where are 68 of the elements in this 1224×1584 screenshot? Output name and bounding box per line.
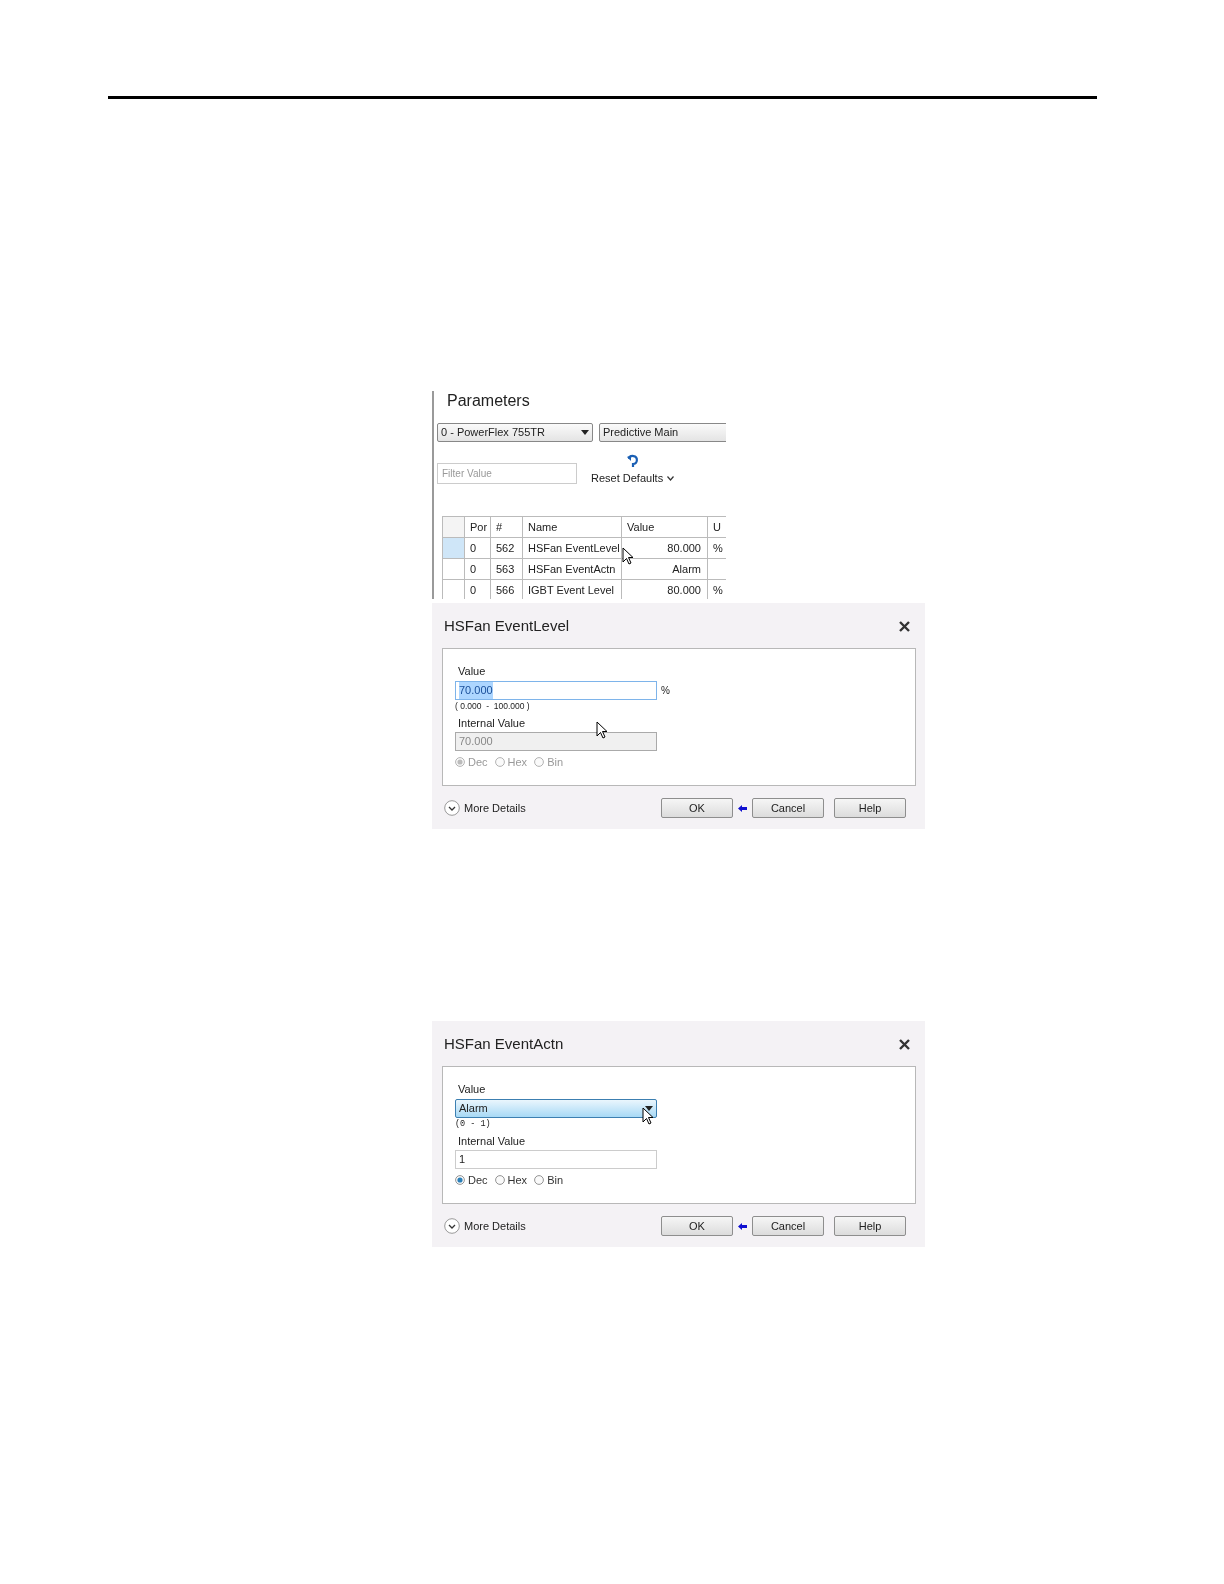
radio-button[interactable]: [534, 1175, 545, 1186]
radio-label: Hex: [507, 755, 528, 770]
range-text: (0 - 1): [455, 1118, 492, 1130]
column-header[interactable]: Por: [465, 517, 491, 538]
table-cell-text: 0: [470, 582, 477, 598]
internal-value-field[interactable]: 1: [455, 1150, 657, 1169]
field-label: Internal Value: [458, 716, 527, 730]
column-header[interactable]: Name: [523, 517, 622, 538]
table-cell-text: 80.000: [667, 582, 701, 598]
table-cell-text: 80.000: [667, 540, 701, 556]
dialog-button[interactable]: Help: [834, 798, 906, 818]
more-details-toggle[interactable]: More Details: [444, 1217, 661, 1235]
radio-button[interactable]: [494, 1175, 505, 1186]
table-cell-text: %: [713, 540, 723, 556]
row-selector[interactable]: [443, 559, 465, 580]
field-label: Value: [458, 664, 487, 678]
value-dropdown[interactable]: Alarm: [455, 1099, 657, 1118]
expand-icon: [444, 800, 460, 816]
table-cell-text: 563: [496, 561, 515, 577]
radio-label: Bin: [547, 1173, 564, 1188]
table-cell-text: 566: [496, 582, 515, 598]
close-icon[interactable]: [899, 1039, 910, 1050]
chevron-down-icon: [667, 475, 675, 481]
cursor-icon: [622, 547, 634, 565]
dialog-button[interactable]: Help: [834, 1216, 906, 1236]
table-cell-text: HSFan EventActn: [528, 561, 616, 577]
range-text: ( 0.000 - 100.000 ): [455, 700, 531, 712]
cursor-icon: [642, 1107, 654, 1125]
caret-icon: [645, 1106, 653, 1111]
table-cell-text: 562: [496, 540, 515, 556]
table-cell-text: IGBT Event Level: [528, 582, 614, 598]
cursor-icon: [596, 721, 608, 739]
radio-label: Bin: [547, 755, 564, 770]
row-selector[interactable]: [443, 538, 465, 559]
unit-label: %: [661, 684, 670, 698]
radio-button[interactable]: [455, 1175, 465, 1186]
arrow-icon: [738, 1222, 747, 1230]
reset-defaults-button[interactable]: Reset Defaults: [591, 454, 675, 498]
arrow-icon: [738, 804, 747, 812]
group-dropdown[interactable]: Predictive Main: [599, 423, 726, 442]
close-icon[interactable]: [899, 621, 910, 632]
filter-field[interactable]: Filter Value: [437, 463, 577, 484]
dialog-button[interactable]: OK: [661, 798, 733, 818]
table-cell-text: 0: [470, 540, 477, 556]
more-details-toggle[interactable]: More Details: [444, 799, 661, 817]
undo-icon: [626, 454, 639, 468]
radio-label: Dec: [468, 755, 488, 770]
column-header[interactable]: Value: [622, 517, 708, 538]
device-dropdown[interactable]: 0 - PowerFlex 755TR: [437, 423, 593, 442]
dialog-title: HSFan EventActn: [444, 1034, 564, 1055]
field-label: Value: [458, 1082, 487, 1096]
field-label: Internal Value: [458, 1134, 527, 1148]
table-cell-text: 0: [470, 561, 477, 577]
radio-label: Dec: [468, 1173, 488, 1188]
dialog-title: HSFan EventLevel: [444, 616, 570, 637]
table-cell-text: Alarm: [672, 561, 701, 577]
column-header[interactable]: #: [491, 517, 523, 538]
panel-title: Parameters: [447, 391, 531, 411]
table-cell-text: %: [713, 582, 723, 598]
radio-label: Hex: [507, 1173, 528, 1188]
internal-value-field: 70.000: [455, 732, 657, 751]
dialog-button[interactable]: Cancel: [752, 1216, 824, 1236]
dialog-button[interactable]: OK: [661, 1216, 733, 1236]
caret-icon: [581, 430, 589, 435]
dialog-button[interactable]: Cancel: [752, 798, 824, 818]
expand-icon: [444, 1218, 460, 1234]
value-field[interactable]: 70.000: [455, 681, 657, 700]
table-cell-text: HSFan EventLevel: [528, 540, 620, 556]
